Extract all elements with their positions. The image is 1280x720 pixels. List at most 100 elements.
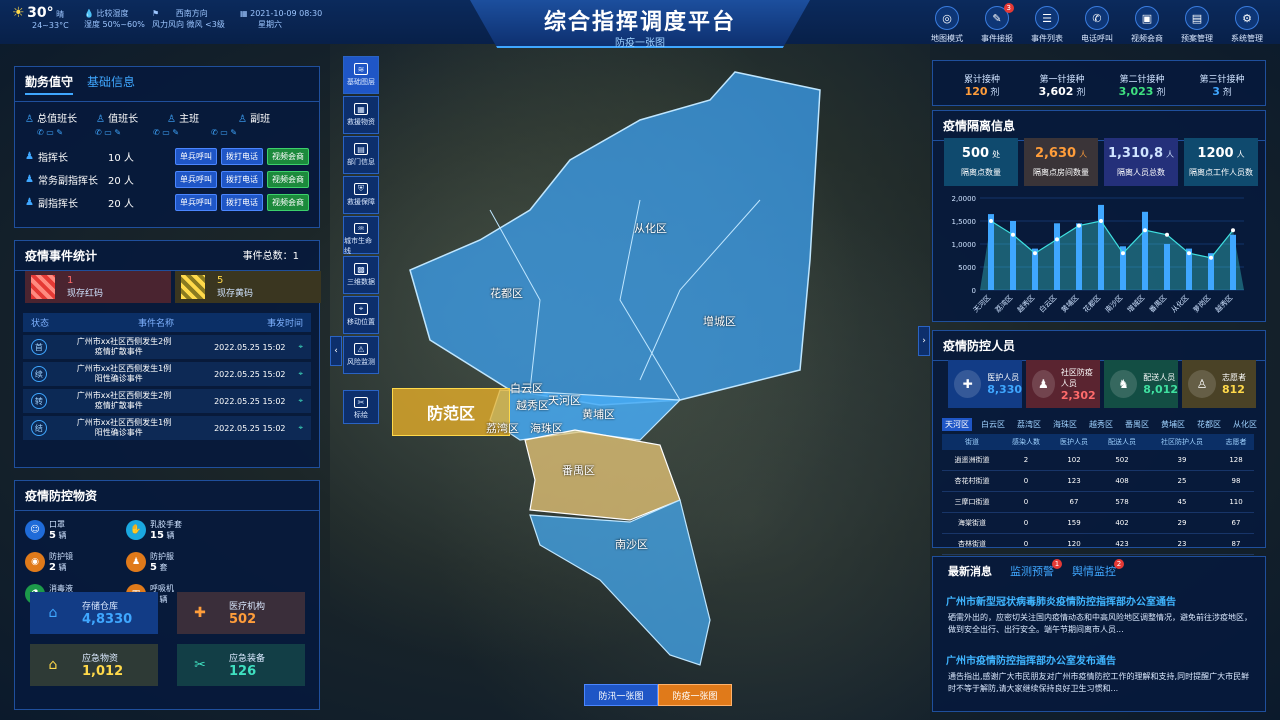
yellow-code-alert[interactable]: 5 现存黄码 — [175, 271, 321, 303]
line-point[interactable] — [1209, 255, 1213, 260]
tab-latest-news[interactable]: 最新消息 — [948, 563, 992, 579]
tab-basic-info[interactable]: 基础信息 — [87, 73, 135, 95]
district-label[interactable]: 从化区 — [634, 220, 667, 236]
page-subtitle[interactable]: 防疫一张图 — [470, 34, 810, 49]
bar[interactable] — [1142, 211, 1148, 290]
district-label[interactable]: 花都区 — [490, 285, 523, 301]
line-point[interactable] — [1121, 251, 1125, 256]
line-point[interactable] — [1231, 228, 1235, 233]
line-point[interactable] — [1099, 219, 1103, 223]
map-region-panyu[interactable] — [524, 429, 681, 521]
district-label[interactable]: 番禺区 — [562, 462, 595, 478]
location-pin-icon[interactable]: ⌖ — [298, 342, 303, 352]
topnav-globe-button[interactable]: ◎ 地图模式 — [922, 6, 972, 44]
isolation-box[interactable]: 2,630 人隔离点房间数量 — [1024, 138, 1098, 186]
line-point[interactable] — [1143, 228, 1147, 233]
district-label[interactable]: 白云区 — [510, 380, 543, 396]
table-row[interactable]: 杏林街道 0 120 423 23 87 — [942, 533, 1254, 555]
dial-phone-button[interactable]: 拨打电话 — [221, 194, 263, 211]
video-conference-button[interactable]: 视频会商 — [267, 171, 309, 188]
line-point[interactable] — [1077, 223, 1081, 228]
personnel-box[interactable]: ♟ 社区防疫人员 2,302 — [1026, 360, 1100, 408]
topnav-report-button[interactable]: ✎ 3 事件接报 — [972, 3, 1022, 44]
table-row[interactable]: 海棠街道 0 159 402 29 67 — [942, 512, 1254, 534]
contact-icons[interactable]: ✆ ▭ ✎ — [211, 128, 263, 137]
tool-button[interactable]: ▦ 救援物资 — [343, 96, 379, 134]
news-title[interactable]: 广州市新型冠状病毒肺炎疫情防控指挥部办公室通告 — [946, 593, 1176, 608]
bar[interactable] — [988, 214, 994, 290]
resource-box[interactable]: ⌂ 存储仓库 4,8330 — [30, 592, 158, 634]
bar[interactable] — [1010, 221, 1016, 290]
tab-public-opinion[interactable]: 舆情监控 2 — [1072, 559, 1124, 579]
line-point[interactable] — [989, 219, 993, 223]
topnav-system-button[interactable]: ⚙ 系统管理 — [1222, 6, 1272, 44]
tool-button[interactable]: ⛨ 救援保障 — [343, 176, 379, 214]
table-row[interactable]: 转 广州市xx社区西侧发生2例 疫情扩散事件 2022.05.25 15:02 ⌖ — [23, 389, 311, 413]
line-point[interactable] — [1165, 232, 1169, 237]
personnel-box[interactable]: ♞ 配送人员 8,012 — [1104, 360, 1178, 408]
personnel-box[interactable]: ♙ 志愿者 812 — [1182, 360, 1256, 408]
dial-phone-button[interactable]: 拨打电话 — [221, 171, 263, 188]
district-tab[interactable]: 荔湾区 — [1014, 418, 1044, 431]
tool-button[interactable]: ✂ 标绘 — [343, 390, 379, 424]
line-point[interactable] — [1187, 251, 1191, 256]
collapse-left-button[interactable]: ‹ — [330, 336, 342, 366]
personnel-box[interactable]: ✚ 医护人员 8,330 — [948, 360, 1022, 408]
collapse-right-button[interactable]: › — [918, 326, 930, 356]
bar[interactable] — [1230, 234, 1236, 290]
district-tab[interactable]: 黄埔区 — [1158, 418, 1188, 431]
district-label[interactable]: 越秀区 — [516, 397, 549, 413]
district-tab[interactable]: 花都区 — [1194, 418, 1224, 431]
resource-box[interactable]: ✚ 医疗机构 502 — [177, 592, 305, 634]
table-row[interactable]: 杏花村街道 0 123 408 25 98 — [942, 470, 1254, 492]
table-row[interactable]: 首 广州市xx社区西侧发生2例 疫情扩散事件 2022.05.25 15:02 ⌖ — [23, 335, 311, 359]
district-label[interactable]: 南沙区 — [615, 536, 648, 552]
dial-phone-button[interactable]: 拨打电话 — [221, 148, 263, 165]
resource-box[interactable]: ⌂ 应急物资 1,012 — [30, 644, 158, 686]
map-region-north[interactable] — [409, 71, 821, 406]
district-tab[interactable]: 从化区 — [1230, 418, 1260, 431]
topnav-list-button[interactable]: ☰ 事件列表 — [1022, 6, 1072, 44]
radio-call-button[interactable]: 单兵呼叫 — [175, 194, 217, 211]
isolation-box[interactable]: 1200 人隔离点工作人员数 — [1184, 138, 1258, 186]
radio-call-button[interactable]: 单兵呼叫 — [175, 148, 217, 165]
location-pin-icon[interactable]: ⌖ — [298, 423, 303, 433]
isolation-box[interactable]: 1,310,8 人隔离人员总数 — [1104, 138, 1178, 186]
district-label[interactable]: 海珠区 — [530, 420, 563, 436]
table-row[interactable]: 续 广州市xx社区西侧发生1例 阳性确诊事件 2022.05.25 15:02 ⌖ — [23, 362, 311, 386]
red-code-alert[interactable]: 1 现存红码 — [25, 271, 171, 303]
contact-icons[interactable]: ✆ ▭ ✎ — [95, 128, 147, 137]
line-point[interactable] — [1055, 237, 1059, 242]
resource-box[interactable]: ✂ 应急装备 126 — [177, 644, 305, 686]
line-point[interactable] — [1011, 232, 1015, 237]
video-conference-button[interactable]: 视频会商 — [267, 148, 309, 165]
epidemic-map-button[interactable]: 防疫一张图 — [658, 684, 732, 706]
district-tab[interactable]: 白云区 — [978, 418, 1008, 431]
tab-monitoring[interactable]: 监测预警 1 — [1010, 559, 1062, 579]
district-label[interactable]: 增城区 — [703, 313, 736, 329]
line-point[interactable] — [1033, 251, 1037, 256]
bar[interactable] — [1164, 244, 1170, 290]
tool-button[interactable]: ♒ 城市生命线 — [343, 216, 379, 255]
table-row[interactable]: 结 广州市xx社区西侧发生1例 阳性确诊事件 2022.05.25 15:02 ⌖ — [23, 416, 311, 440]
district-tab[interactable]: 天河区 — [942, 418, 972, 431]
news-title[interactable]: 广州市疫情防控指挥部办公室发布通告 — [946, 652, 1116, 667]
table-row[interactable]: 三摩口街道 0 67 578 45 110 — [942, 491, 1254, 513]
district-label[interactable]: 天河区 — [548, 392, 581, 408]
location-pin-icon[interactable]: ⌖ — [298, 396, 303, 406]
tool-button[interactable]: ⚠ 风险监测 — [343, 336, 379, 374]
video-conference-button[interactable]: 视频会商 — [267, 194, 309, 211]
bar[interactable] — [1098, 204, 1104, 290]
district-tab[interactable]: 番禺区 — [1122, 418, 1152, 431]
tab-duty[interactable]: 勤务值守 — [25, 73, 74, 95]
district-tab[interactable]: 海珠区 — [1050, 418, 1080, 431]
topnav-video-button[interactable]: ▣ 视频会商 — [1122, 6, 1172, 44]
bar[interactable] — [1076, 223, 1082, 290]
contact-icons[interactable]: ✆ ▭ ✎ — [37, 128, 89, 137]
bar[interactable] — [1054, 223, 1060, 290]
tool-button[interactable]: ≋ 基础图层 — [343, 56, 379, 94]
topnav-plan-button[interactable]: ▤ 预案管理 — [1172, 6, 1222, 44]
district-label[interactable]: 黄埔区 — [582, 406, 615, 422]
isolation-box[interactable]: 500 处隔离点数量 — [944, 138, 1018, 186]
map-region-nansha[interactable] — [529, 499, 711, 666]
